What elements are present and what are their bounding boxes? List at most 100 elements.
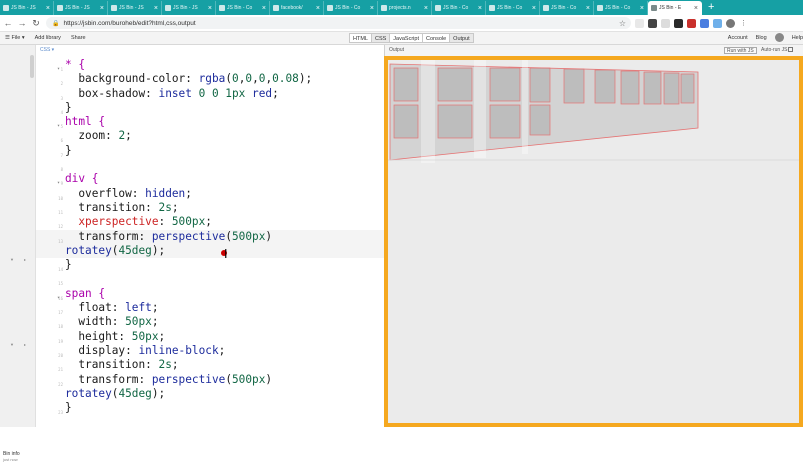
code-line[interactable]: 21 transition: 2s;: [36, 358, 384, 372]
blog-link[interactable]: Blog: [756, 35, 767, 41]
browser-tab[interactable]: JS Bin - Co ×: [540, 1, 594, 15]
code-line[interactable]: 13 transform: perspective(500px): [36, 229, 384, 244]
tab-close-icon[interactable]: ×: [370, 5, 374, 12]
code-line[interactable]: 23}: [36, 401, 384, 415]
browser-tab[interactable]: JS Bin - JS ×: [108, 1, 162, 15]
run-with-js-button[interactable]: Run with JS: [724, 47, 757, 54]
url-text[interactable]: https://jsbin.com/buroheb/edit?html,css,…: [63, 20, 195, 27]
code-token: ;: [218, 343, 226, 357]
user-avatar[interactable]: [774, 33, 784, 42]
tab-close-icon[interactable]: ×: [640, 5, 644, 12]
extension-3-icon[interactable]: [661, 18, 670, 28]
auto-run-toggle[interactable]: Auto-run JS: [761, 47, 794, 53]
code-line[interactable]: 20 display: inline-block;: [36, 344, 384, 358]
browser-tab[interactable]: JS Bin - Co ×: [486, 1, 540, 15]
tab-title: JS Bin - Co: [443, 5, 469, 11]
browser-tab[interactable]: JS Bin - Co ×: [594, 1, 648, 15]
tab-close-icon[interactable]: ×: [154, 5, 158, 12]
extension-1-icon[interactable]: [635, 18, 644, 28]
tab-close-icon[interactable]: ×: [586, 5, 590, 12]
address-bar[interactable]: 🔒 https://jsbin.com/buroheb/edit?html,cs…: [46, 17, 631, 29]
browser-tab[interactable]: JS Bin - Co ×: [324, 1, 378, 15]
css-panel-title[interactable]: CSS ▾: [40, 47, 54, 53]
collapse-triangle-icon[interactable]: ▼: [10, 257, 14, 262]
window-controls[interactable]: [791, 1, 803, 15]
code-line[interactable]: 8: [36, 158, 384, 172]
tab-favicon-icon: [435, 5, 441, 11]
tab-close-icon[interactable]: ×: [208, 5, 212, 12]
code-line[interactable]: 18 width: 50px;: [36, 315, 384, 329]
code-token: 2s: [158, 200, 172, 214]
browser-tab[interactable]: JS Bin - Co ×: [216, 1, 270, 15]
back-icon[interactable]: ←: [2, 16, 14, 31]
forward-icon[interactable]: →: [16, 16, 28, 31]
tab-title: JS Bin - JS: [65, 5, 90, 11]
extension-7-icon[interactable]: [713, 18, 722, 28]
file-menu[interactable]: ☰ File ▾: [0, 35, 30, 41]
add-library-button[interactable]: Add library: [30, 35, 66, 41]
help-link[interactable]: Help: [792, 35, 803, 41]
code-line[interactable]: 6 zoom: 2;: [36, 129, 384, 143]
code-line[interactable]: 10 overflow: hidden;: [36, 187, 384, 201]
code-line[interactable]: 14}: [36, 258, 384, 272]
browser-tab[interactable]: JS Bin - Co ×: [432, 1, 486, 15]
code-line[interactable]: rotatey(45deg);: [36, 243, 384, 259]
browser-menu-icon[interactable]: ⋮: [739, 19, 748, 28]
auto-run-checkbox[interactable]: [788, 47, 794, 53]
panel-toggle-javascript[interactable]: JavaScript: [389, 33, 423, 43]
tab-close-icon[interactable]: ×: [46, 5, 50, 12]
panel-toggle-html[interactable]: HTML: [349, 33, 372, 43]
code-line[interactable]: 19 height: 50px;: [36, 330, 384, 344]
reload-icon[interactable]: ↻: [30, 16, 42, 31]
code-line[interactable]: 2 background-color: rgba(0,0,0,0.08);: [36, 72, 384, 86]
browser-tab[interactable]: facebook/ ×: [270, 1, 324, 15]
share-button[interactable]: Share: [66, 35, 91, 41]
code-line[interactable]: 5 ▾ html {: [36, 115, 384, 129]
extension-5-icon[interactable]: [687, 18, 696, 28]
extension-4-icon[interactable]: [674, 18, 683, 28]
browser-tab[interactable]: JS Bin - E ×: [648, 1, 702, 15]
editor-scrollbar[interactable]: [30, 55, 34, 78]
code-line[interactable]: 15: [36, 272, 384, 286]
code-token: rotatey: [65, 386, 112, 400]
tab-close-icon[interactable]: ×: [532, 5, 536, 12]
browser-tab[interactable]: JS Bin - JS ×: [162, 1, 216, 15]
code-token: (: [225, 372, 232, 386]
code-line[interactable]: 12 xperspective: 500px;: [36, 215, 384, 229]
code-line[interactable]: 17 float: left;: [36, 301, 384, 315]
tab-close-icon[interactable]: ×: [100, 5, 104, 12]
browser-tab[interactable]: JS Bin - JS ×: [54, 1, 108, 15]
code-line[interactable]: 22 transform: perspective(500px): [36, 373, 384, 387]
code-line[interactable]: 16 ▾ span {: [36, 287, 384, 301]
panel-toggle-css[interactable]: CSS: [370, 33, 391, 43]
browser-tab[interactable]: JS Bin - JS ×: [0, 1, 54, 15]
code-token: * {: [65, 58, 86, 71]
tab-close-icon[interactable]: ×: [694, 5, 698, 12]
code-line[interactable]: rotatey(45deg);: [36, 387, 384, 401]
gutter-marker: ▸: [24, 342, 27, 347]
collapse-triangle-icon[interactable]: ▼: [10, 342, 14, 347]
tab-close-icon[interactable]: ×: [478, 5, 482, 12]
bookmark-star-icon[interactable]: ☆: [619, 19, 626, 28]
code-token: transform:: [65, 372, 152, 386]
new-tab-button[interactable]: +: [702, 1, 720, 15]
profile-avatar-icon[interactable]: [726, 18, 735, 28]
code-line[interactable]: 9 ▾ div {: [36, 172, 384, 186]
code-line[interactable]: 4}: [36, 101, 384, 115]
bin-info[interactable]: Bin info just now: [3, 451, 20, 463]
tab-close-icon[interactable]: ×: [316, 5, 320, 12]
code-line[interactable]: 3 box-shadow: inset 0 0 1px red;: [36, 87, 384, 101]
code-line[interactable]: 1 ▾ * {: [36, 58, 384, 72]
code-line[interactable]: 11 transition: 2s;: [36, 201, 384, 215]
tab-close-icon[interactable]: ×: [424, 5, 428, 12]
css-code[interactable]: 1 ▾ * {2 background-color: rgba(0,0,0,0.08…: [36, 58, 384, 415]
panel-toggle-output[interactable]: Output: [449, 33, 474, 43]
extension-2-icon[interactable]: [648, 18, 657, 28]
code-line[interactable]: 7}: [36, 144, 384, 158]
panel-toggle-console[interactable]: Console: [421, 33, 451, 43]
tab-close-icon[interactable]: ×: [262, 5, 266, 12]
output-panel[interactable]: [384, 56, 803, 427]
extension-6-icon[interactable]: [700, 18, 709, 28]
account-link[interactable]: Account: [728, 35, 748, 41]
browser-tab[interactable]: projects.n ×: [378, 1, 432, 15]
